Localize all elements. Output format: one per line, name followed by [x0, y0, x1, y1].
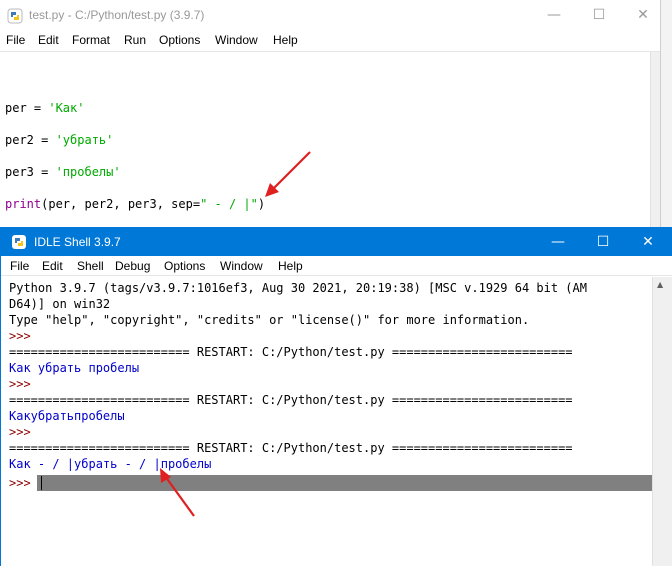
red-arrow-icon — [160, 468, 195, 517]
annotation-arrows — [160, 151, 311, 517]
red-arrow-icon — [265, 151, 311, 197]
